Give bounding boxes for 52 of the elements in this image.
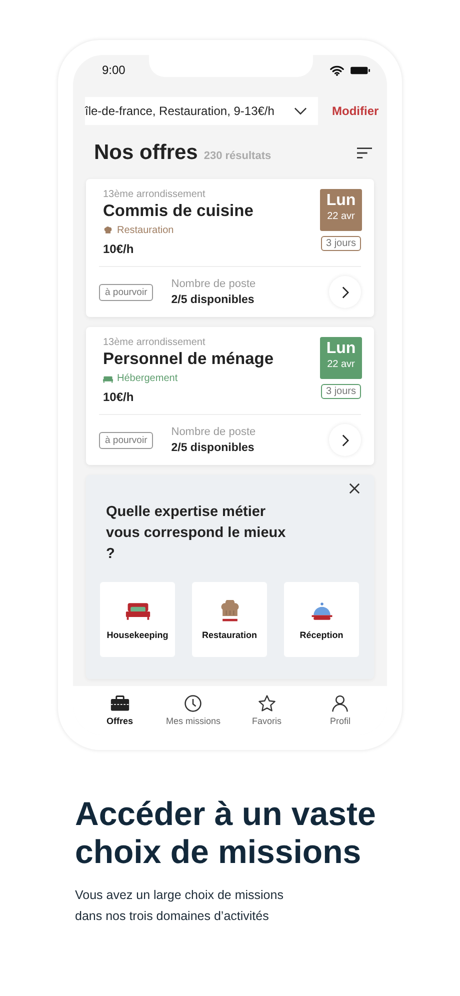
wifi-icon <box>330 64 344 76</box>
positions-label: Nombre de poste <box>171 278 256 290</box>
page-title: Nos offres <box>94 141 198 165</box>
duration-tag: 3 jours <box>320 384 361 399</box>
expertise-question: Quelle expertise métier vous correspond le mieux ? <box>106 503 286 564</box>
status-time: 9:00 <box>102 63 126 77</box>
offer-card[interactable]: 13ème arrondissement Commis de cuisine Restauration 10€/h Lun 22 avr 3 jours à pourvoir Nombre de poste 2/5 disponibles <box>86 179 374 317</box>
close-icon[interactable] <box>349 483 360 494</box>
tab-item[interactable]: Favoris <box>230 686 304 733</box>
positions-label: Nombre de poste <box>171 426 256 438</box>
district-label: 13ème arrondissement <box>103 337 206 348</box>
next-button[interactable] <box>329 424 361 456</box>
sort-icon[interactable] <box>357 147 372 159</box>
next-button[interactable] <box>329 276 361 308</box>
star-icon <box>256 694 277 712</box>
day-label: Lun <box>325 340 357 358</box>
expertise-option[interactable]: Réception <box>284 582 359 657</box>
category-label: Restauration <box>117 225 174 236</box>
duration-tag: 3 jours <box>320 236 361 251</box>
battery-icon <box>350 66 371 74</box>
status-tag: à pourvoir <box>99 284 154 300</box>
modify-link[interactable]: Modifier <box>332 104 379 118</box>
expertise-option[interactable]: Housekeeping <box>100 582 175 657</box>
chevron-down-icon <box>294 107 307 115</box>
tab-item[interactable]: Profil <box>304 686 377 733</box>
tab-item[interactable]: Offres <box>83 686 156 733</box>
clock-icon <box>183 694 204 712</box>
offer-card[interactable]: 13ème arrondissement Personnel de ménage Hébergement 10€/h Lun 22 avr 3 jours à pourvoir Nombre de poste 2/5 disponibles <box>86 327 374 465</box>
chevron-right-icon <box>342 434 348 446</box>
offer-title: Commis de cuisine <box>103 202 254 221</box>
profile-icon <box>330 694 350 712</box>
chevron-right-icon <box>342 286 348 298</box>
promo-headline: Accéder à un vaste choix de missions <box>75 795 377 871</box>
status-tag: à pourvoir <box>99 432 154 448</box>
chef-hat-icon <box>103 226 113 235</box>
tab-item[interactable]: Mes missions <box>156 686 230 733</box>
offer-title: Personnel de ménage <box>103 350 274 369</box>
positions-value: 2/5 disponibles <box>171 294 256 306</box>
category-label: Hébergement <box>117 373 178 384</box>
date-label: 22 avr <box>326 359 356 370</box>
expertise-option[interactable]: Restauration <box>192 582 267 657</box>
hourly-rate: 10€/h <box>103 242 135 256</box>
bed-icon <box>103 374 113 383</box>
date-label: 22 avr <box>326 211 356 222</box>
results-count: 230 résultats <box>204 150 272 162</box>
promo-text: Vous avez un large choix de missions dans nos trois domaines d’activités <box>75 887 284 925</box>
district-label: 13ème arrondissement <box>103 189 206 200</box>
briefcase-icon <box>110 694 130 712</box>
hourly-rate: 10€/h <box>103 390 135 404</box>
positions-value: 2/5 disponibles <box>171 442 256 454</box>
day-label: Lun <box>325 192 357 210</box>
filter-field[interactable]: île-de-france, Restauration, 9-13€/h <box>85 97 318 125</box>
